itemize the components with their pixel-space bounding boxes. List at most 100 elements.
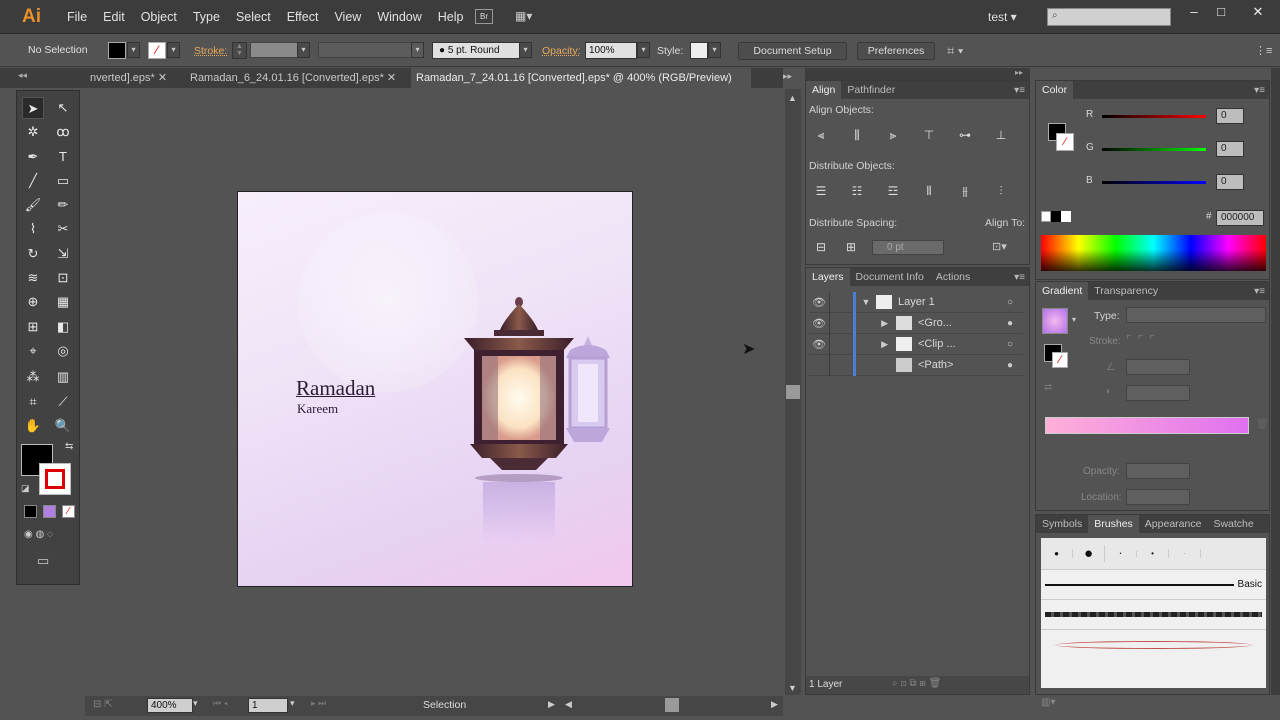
quick-swatches[interactable] [1041,211,1075,222]
artboard[interactable]: Ramadan Kareem [237,191,633,587]
target-circle-icon[interactable]: ○ [1007,339,1023,350]
aspect-ratio-field[interactable] [1126,385,1190,401]
paintbrush-tool-icon[interactable]: 🖌 [22,194,44,216]
close-tab-icon[interactable]: ✕ [387,72,396,84]
scale-tool-icon[interactable]: ⇲ [52,243,74,265]
brush-dot-faint[interactable]: · [1169,549,1201,558]
artboard-tool-icon[interactable]: ⌗ [22,391,44,413]
reverse-gradient-icon[interactable]: ⇄ [1044,382,1052,393]
tab-symbols[interactable]: Symbols [1036,515,1088,533]
gradient-preview[interactable] [1042,308,1068,334]
expand-triangle-icon[interactable]: ▼ [856,297,876,307]
menu-edit[interactable]: Edit [95,10,133,24]
align-to-dropdown-icon[interactable]: ⊡▾ [992,240,1007,253]
document-setup-button[interactable]: Document Setup [738,42,847,60]
distribute-hcenter-icon[interactable]: ⫵ [956,182,974,200]
align-panel-menu-icon[interactable]: ▾≡ [1014,85,1029,96]
gradient-panel-menu-icon[interactable]: ▾≡ [1254,286,1269,297]
align-right-icon[interactable]: ⫸ [884,126,902,144]
brush-dot-oval[interactable]: • [1137,549,1169,558]
stroke-dropdown-icon[interactable]: ▾ [167,42,180,58]
b-slider[interactable] [1102,181,1206,184]
align-bottom-icon[interactable]: ⊥ [992,126,1010,144]
arrange-documents-icon[interactable]: ▦▾ [515,9,541,24]
zoom-tool-icon[interactable]: 🔍 [52,415,74,437]
layer-row[interactable]: 👁 ▼ Layer 1 ○ [809,291,1023,313]
align-hcenter-icon[interactable]: ⫼ [848,126,866,144]
hex-value-field[interactable]: 000000 [1216,210,1264,226]
vertical-spacing-icon[interactable]: ⊟ [812,238,830,256]
bridge-button[interactable]: Br [475,9,493,24]
layer-name[interactable]: <Clip ... [918,338,956,350]
layer-row[interactable]: 👁 ▶ <Gro... ● [809,312,1023,334]
lasso-tool-icon[interactable]: ꝏ [52,121,74,143]
distribute-vcenter-icon[interactable]: ☷ [848,182,866,200]
style-dropdown-icon[interactable]: ▾ [708,42,721,58]
r-value-field[interactable]: 0 [1216,108,1244,124]
prev-artboard-icons[interactable]: ⏮ ◂ [213,698,228,709]
scissors-tool-icon[interactable]: ✂ [52,218,74,240]
fill-dropdown-icon[interactable]: ▾ [127,42,140,58]
tab-document-1[interactable]: nverted].eps* ✕ [85,68,177,88]
next-artboard-icons[interactable]: ▸ ⏭ [311,698,326,709]
artboard-nav-icon[interactable]: ⊟ ⇱ [93,699,113,710]
color-panel-menu-icon[interactable]: ▾≡ [1254,85,1269,96]
hscroll-left-icon[interactable]: ◀ [565,699,572,710]
workspace-switcher[interactable]: test ▾ [988,10,1017,24]
variable-width-dropdown-icon[interactable]: ▾ [411,42,424,58]
tab-appearance[interactable]: Appearance [1139,515,1208,533]
draw-normal-icon[interactable]: ◉ ◍ ◌ [24,529,53,540]
ramadan-title[interactable]: Ramadan [296,376,375,401]
status-menu-icon[interactable]: ▶ [548,699,555,710]
magic-wand-tool-icon[interactable]: ✲ [22,121,44,143]
shape-builder-tool-icon[interactable]: ⊕ [22,291,44,313]
symbol-sprayer-tool-icon[interactable]: ⁂ [22,366,44,388]
tab-transparency[interactable]: Transparency [1088,282,1164,300]
default-colors-icon[interactable]: ◪ [21,483,30,494]
angle-field[interactable] [1126,359,1190,375]
charcoal-brush-row[interactable] [1041,599,1266,629]
stroke-gradient-buttons-icon[interactable]: ⌜⌜⌜ [1126,333,1161,347]
pen-tool-icon[interactable]: ✒ [22,146,44,168]
close-tab-icon[interactable]: ✕ [158,72,167,84]
tab-color[interactable]: Color [1036,81,1074,99]
scroll-thumb[interactable] [786,385,800,399]
distribute-right-icon[interactable]: ⫶ [992,182,1010,200]
menu-help[interactable]: Help [430,10,472,24]
expand-triangle-icon[interactable]: ▶ [856,318,896,329]
type-tool-icon[interactable]: T [52,146,74,168]
art-brush-row[interactable] [1041,629,1266,659]
menu-window[interactable]: Window [369,10,429,24]
opacity-dropdown-icon[interactable]: ▾ [637,42,650,58]
none-mode-icon[interactable]: ⁄ [62,505,75,518]
tab-align[interactable]: Align [806,81,842,99]
brush-dot-large[interactable]: ● [1073,545,1105,562]
brush-dropdown-icon[interactable]: ▾ [519,42,532,58]
scroll-up-icon[interactable]: ▲ [788,93,797,103]
b-value-field[interactable]: 0 [1216,174,1244,190]
screen-mode-icon[interactable]: ▭ [37,553,49,569]
graphic-style-swatch[interactable] [690,42,708,59]
delete-stop-icon[interactable]: 🗑 [1256,419,1269,430]
tab-document-3[interactable]: Ramadan_7_24.01.16 [Converted].eps* @ 40… [411,68,751,104]
brush-dot-small[interactable]: ● [1041,549,1073,558]
tab-document-info[interactable]: Document Info [850,268,930,286]
opacity-label[interactable]: Opacity: [542,45,581,57]
close-button[interactable]: ✕ [1247,4,1269,20]
g-value-field[interactable]: 0 [1216,141,1244,157]
color-stroke-swatch[interactable]: ⁄ [1056,133,1074,151]
artboard-number-field[interactable]: 1 [248,698,288,713]
slice-tool-icon[interactable]: ⟋ [52,391,74,413]
tab-brushes[interactable]: Brushes [1088,515,1139,533]
tab-pathfinder[interactable]: Pathfinder [841,81,901,99]
fill-swatch[interactable] [108,42,126,59]
line-tool-icon[interactable]: ╱ [22,170,44,192]
menu-type[interactable]: Type [185,10,228,24]
kareem-subtitle[interactable]: Kareem [297,401,338,417]
menu-file[interactable]: File [59,10,95,24]
maximize-button[interactable]: □ [1210,4,1232,20]
basic-brush-row[interactable]: Basic [1041,569,1266,599]
blend-tool-icon[interactable]: ◎ [52,340,74,362]
r-slider[interactable] [1102,115,1206,118]
distribute-top-icon[interactable]: ☰ [812,182,830,200]
